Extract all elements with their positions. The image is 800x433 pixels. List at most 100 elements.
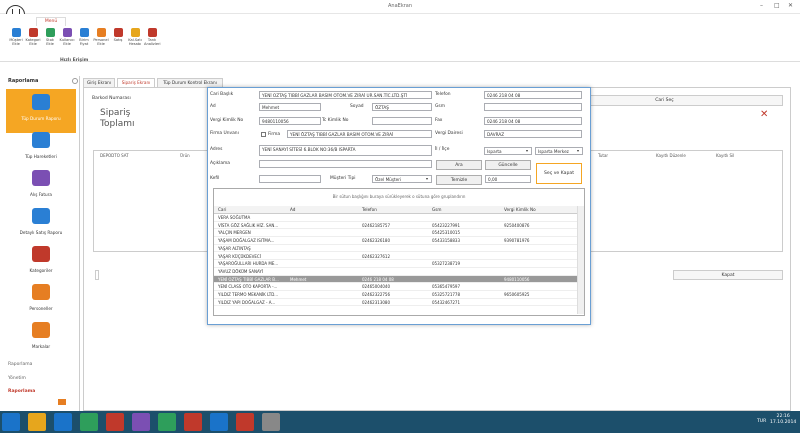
table-row[interactable]: YENİ CLASS OTO KAPORTA -... 02465004040 05…	[214, 283, 577, 291]
spinner[interactable]	[95, 270, 99, 280]
minimize-icon[interactable]: –	[760, 2, 763, 9]
ara-button[interactable]: Ara	[436, 160, 482, 170]
delete-icon[interactable]: ✕	[760, 109, 768, 120]
app-icon[interactable]	[210, 413, 228, 431]
table-row[interactable]: YAŞAR ALTINTAŞ	[214, 245, 577, 253]
sidebar-item-label: Alış Fatura	[30, 192, 52, 197]
ribbon-button-label: Satış	[113, 38, 123, 42]
ad-input[interactable]: Mehmet	[259, 103, 321, 111]
sidebar-group-raporlama-active[interactable]: Raporlama	[8, 389, 35, 394]
label-cari: Cari Başlık	[210, 92, 234, 97]
ribbon-button-label: Stok Ekle	[46, 38, 54, 46]
app-icon[interactable]	[184, 413, 202, 431]
ie-icon[interactable]	[54, 413, 72, 431]
vs-icon[interactable]	[132, 413, 150, 431]
language-indicator[interactable]: TUR	[757, 419, 766, 424]
close-icon[interactable]: ✕	[788, 2, 793, 9]
kapat-button[interactable]: Kapat	[673, 270, 783, 280]
globe-icon	[32, 208, 50, 224]
tutar-input[interactable]: 0,00	[485, 175, 531, 183]
chrome-icon[interactable]	[158, 413, 176, 431]
tab-giris[interactable]: Giriş Ekranı	[83, 78, 115, 87]
sec-ve-kapat-button[interactable]: Seç ve Kapat	[536, 163, 582, 184]
app-icon[interactable]	[262, 413, 280, 431]
table-cell: YENİ OZTAŞ TIBBİ GAZLAR B...	[218, 276, 279, 282]
collapse-icon[interactable]	[72, 78, 78, 84]
sidebar-title: Raporlama	[8, 78, 39, 84]
table-cell: YENİ CLASS OTO KAPORTA -...	[218, 284, 278, 290]
firma-checkbox[interactable]	[261, 132, 266, 137]
chevron-down-icon: ▾	[426, 176, 429, 181]
grid-scrollbar[interactable]	[577, 206, 584, 314]
vergi-dairesi-input[interactable]: DAVRAZ	[484, 130, 582, 138]
folder-icon[interactable]	[58, 399, 66, 405]
guncelle-button[interactable]: Güncelle	[485, 160, 531, 170]
ribbon-button-6[interactable]: Satış	[110, 28, 126, 42]
fax-input[interactable]: 0246 218 04 08	[484, 117, 582, 125]
ribbon-button-2[interactable]: Stok Ekle	[42, 28, 58, 46]
table-row[interactable]: YILDIZ YAPI DOĞALGAZ - A... 02462313080 05…	[214, 299, 577, 307]
vergi-no-input[interactable]: 9480110056	[259, 117, 321, 125]
table-cell: 05433158833	[432, 238, 460, 244]
clock[interactable]: 22:16 17.10.2014	[770, 414, 796, 426]
table-row[interactable]: YAŞAM DOĞALGAZ ISITMA... 02462326180 05433…	[214, 237, 577, 245]
start-icon[interactable]	[2, 413, 20, 431]
sidebar-group-raporlama[interactable]: Raporlama	[8, 362, 32, 367]
table-row[interactable]: YENİ OZTAŞ TIBBİ GAZLAR B... Mehmet 0246 2…	[214, 275, 577, 284]
sidebar-group-yonetim[interactable]: Yönetim	[8, 376, 26, 381]
firma-input[interactable]: YENİ ÖZTAŞ TIBBİ GAZLAR BASIM OTOM.VE ZI…	[287, 130, 432, 138]
app-icon[interactable]	[106, 413, 124, 431]
kefil-input[interactable]	[259, 175, 321, 183]
ribbon-button-8[interactable]: Tank Analizleri	[144, 28, 161, 46]
gsm-input[interactable]	[484, 103, 582, 111]
label-aciklama: Açıklama	[210, 161, 230, 166]
excel-icon[interactable]	[80, 413, 98, 431]
ribbon-button-1[interactable]: Kategori Ekle	[25, 28, 41, 46]
col-vergi-no[interactable]: Vergi Kimlik No	[504, 207, 536, 212]
col-tutar: Tutar	[598, 153, 609, 158]
tab-siparis[interactable]: Sipariş Ekranı	[117, 78, 155, 87]
sidebar-item-label: Detaylı Satış Raporu	[19, 230, 63, 235]
app-icon[interactable]	[236, 413, 254, 431]
musteri-tipi-select[interactable]: Özel Müşteri	[372, 175, 432, 183]
maximize-icon[interactable]: □	[774, 2, 780, 9]
table-cell: 02462327612	[362, 253, 390, 259]
table-row[interactable]: YILDIZ TERMO MEKANİK LTD... 02462322756 05…	[214, 291, 577, 299]
table-row[interactable]: YALÇIN MERGEN 05425310015	[214, 229, 577, 238]
sidebar-item-label: Markalar	[31, 344, 51, 349]
table-row[interactable]: YAŞAROĞULLARI HURDA ME... 05327238719	[214, 260, 577, 268]
col-telefon[interactable]: Telefon	[362, 207, 377, 212]
cari-input[interactable]: YENİ OZTAŞ TIBBİ GAZLAR BASIM OTOM.VE ZI…	[259, 91, 432, 99]
table-row[interactable]: YAŞAR KÜÇÜKDEVECİ 02462327612	[214, 253, 577, 261]
ribbon-icon	[28, 28, 38, 37]
ribbon-button-0[interactable]: Müşteri Ekle	[8, 28, 24, 46]
ribbon-tab-menu[interactable]: Menü	[36, 17, 66, 26]
tab-tup-durum[interactable]: Tüp Durum Kontrol Ekranı	[157, 78, 223, 87]
ribbon-icon	[45, 28, 55, 37]
sidebar-item-label: Tüp Durum Raporu	[21, 116, 61, 121]
table-cell: Mehmet	[290, 276, 307, 282]
table-cell: 02462313080	[362, 299, 390, 305]
col-ad[interactable]: Ad	[290, 207, 295, 212]
ilce-select[interactable]: Isparta Merkez	[535, 147, 583, 155]
ribbon-button-7[interactable]: Kal.Satı Hesabı	[127, 28, 143, 46]
ribbon-button-5[interactable]: Personel Ekle	[93, 28, 109, 46]
table-row[interactable]: VİSTA GÖZ SAĞLIK HİZ. SAN... 02462185757 0…	[214, 222, 577, 230]
telefon-input[interactable]: 0246 218 04 08	[484, 91, 582, 99]
col-gsm[interactable]: Gsm	[432, 207, 442, 212]
il-select[interactable]: Isparta	[484, 147, 532, 155]
tc-input[interactable]	[372, 117, 432, 125]
col-cari[interactable]: Cari	[218, 207, 226, 212]
table-row[interactable]: VERA SOĞUTMA	[214, 214, 577, 222]
sidebar-item-6[interactable]: Markalar	[6, 317, 76, 361]
explorer-icon[interactable]	[28, 413, 46, 431]
ribbon-button-3[interactable]: Kullanıcı Ekle	[59, 28, 75, 46]
aciklama-input[interactable]	[259, 160, 432, 168]
table-cell: YAŞAM DOĞALGAZ ISITMA...	[218, 238, 275, 244]
adres-input[interactable]: YENİ SANAYİ SİTESİ 6.BLOK NO:36/B ISPART…	[259, 145, 432, 156]
soyad-input[interactable]: ÖZTAŞ	[372, 103, 432, 111]
ribbon-button-4[interactable]: Birim Fiyat	[76, 28, 92, 46]
temizle-button[interactable]: Temizle	[436, 175, 482, 185]
table-cell: YILDIZ TERMO MEKANİK LTD...	[218, 292, 279, 297]
table-row[interactable]: YAVUZ DÖKÜM SANAYİ	[214, 268, 577, 276]
